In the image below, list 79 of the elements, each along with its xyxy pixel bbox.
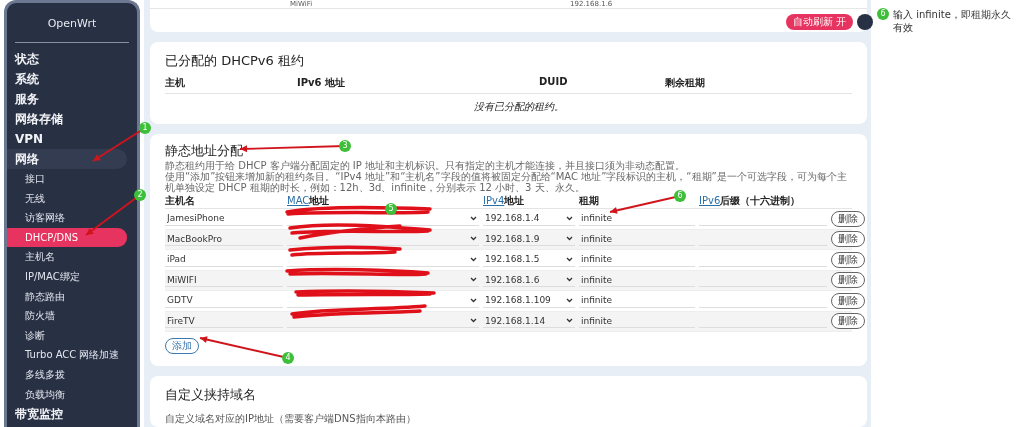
sidebar-subitem[interactable]: 无线	[7, 188, 127, 209]
hostname-field[interactable]: FireTV	[165, 314, 283, 329]
section-title: 静态地址分配	[165, 142, 243, 160]
ipv4-select[interactable]: 192.168.1.14	[483, 314, 575, 329]
hostname-field[interactable]: iPad	[165, 252, 283, 267]
sidebar-subitem[interactable]: 诊断	[7, 325, 127, 346]
lease-field[interactable]: infinite	[579, 232, 695, 247]
delete-button[interactable]: 删除	[831, 251, 865, 268]
sidebar-subitem[interactable]: DHCP/DNS	[7, 227, 127, 248]
section-title: 已分配的 DHCPv6 租约	[165, 52, 304, 70]
column-help-link[interactable]: MAC	[287, 194, 310, 206]
chevron-icon	[470, 277, 477, 283]
column-header: 后缀（十六进制）	[720, 194, 801, 206]
column-header: 主机	[165, 76, 186, 90]
ipv4-select[interactable]: 192.168.1.5	[483, 252, 575, 267]
description-text: 静态租约用于给 DHCP 客户端分配固定的 IP 地址和主机标识。只有指定的主机才能连接，并且接口须为非动态配置。	[165, 160, 686, 171]
sidebar-subitem[interactable]: IP/MAC绑定	[7, 266, 127, 287]
sidebar-subitem[interactable]: 接口	[7, 169, 127, 189]
sidebar-title: OpenWrt	[46, 17, 98, 30]
hostname-field[interactable]: MiWIFI	[165, 273, 283, 288]
lease-field[interactable]: infinite	[579, 211, 695, 226]
lease-field[interactable]: infinite	[579, 273, 695, 288]
column-header: 地址	[309, 194, 330, 206]
chevron-icon	[470, 256, 477, 262]
delete-button[interactable]: 删除	[831, 313, 865, 330]
auto-refresh-button[interactable]: 自动刷新 开	[785, 14, 853, 30]
sidebar-subitem[interactable]: 访客网络	[7, 208, 127, 228]
hostname-field[interactable]: JamesiPhone	[165, 211, 283, 226]
chevron-icon	[566, 277, 573, 283]
sidebar-item[interactable]: 状态	[7, 49, 127, 69]
sidebar-item[interactable]: 网络	[7, 149, 127, 169]
chevron-icon	[566, 318, 573, 324]
ipv4-select[interactable]: 192.168.1.109	[483, 293, 575, 308]
description-text: 自定义域名对应的IP地址（需要客户端DNS指向本路由）	[165, 412, 417, 426]
button[interactable]	[857, 14, 873, 30]
column-header: IPv6 地址	[297, 76, 346, 90]
column-help-link[interactable]: IPv4	[483, 194, 505, 206]
ipv4-select[interactable]: 192.168.1.6	[483, 273, 575, 288]
ipv4-select[interactable]: 192.168.1.9	[483, 232, 575, 247]
add-button[interactable]: 添加	[165, 338, 199, 354]
lease-field[interactable]: infinite	[579, 293, 695, 308]
lease-field[interactable]: infinite	[579, 314, 695, 329]
chevron-icon	[566, 215, 573, 221]
column-header: DUID	[538, 76, 569, 89]
sidebar-subitem[interactable]: 防火墙	[7, 306, 127, 326]
sidebar-subitem[interactable]: 静态路由	[7, 286, 127, 307]
column-header: 租期	[579, 194, 599, 206]
sidebar-subitem[interactable]: 负载均衡	[7, 384, 127, 405]
ipv4-select[interactable]: 192.168.1.4	[483, 211, 575, 226]
column-header: 地址	[504, 194, 525, 206]
annotation-text: 输入 infinite，即租期永久有效	[893, 8, 1012, 34]
chevron-icon	[566, 297, 573, 303]
hostname-field[interactable]: MacBookPro	[165, 232, 283, 247]
chevron-icon	[470, 236, 477, 242]
column-header: 主机名	[165, 194, 195, 206]
number-badge: 6	[877, 8, 889, 20]
sidebar-subitem[interactable]: 主机名	[7, 247, 127, 267]
sidebar-item[interactable]: 网络存储	[7, 109, 127, 129]
sidebar-item[interactable]: VPN	[7, 129, 127, 149]
chevron-icon	[566, 256, 573, 262]
sidebar-item[interactable]: 服务	[7, 89, 127, 109]
sidebar-item[interactable]: 带宽监控	[7, 404, 127, 425]
chevron-icon	[566, 236, 573, 242]
delete-button[interactable]: 删除	[831, 210, 865, 227]
section-title: 自定义挟持域名	[165, 386, 256, 404]
delete-button[interactable]: 删除	[831, 231, 865, 248]
hostname-field[interactable]: GDTV	[165, 293, 283, 308]
delete-button[interactable]: 删除	[831, 292, 865, 309]
sidebar-subitem[interactable]: Turbo ACC 网络加速	[7, 345, 127, 365]
empty-message: 没有已分配的租约。	[472, 100, 565, 114]
column-help-link[interactable]: IPv6	[699, 194, 721, 206]
sidebar-subitem[interactable]: 多线多拨	[7, 364, 127, 385]
sidebar-item[interactable]: 系统	[7, 69, 127, 89]
lease-field[interactable]: infinite	[579, 252, 695, 267]
column-header: 剩余租期	[665, 76, 706, 90]
chevron-icon	[470, 297, 477, 303]
delete-button[interactable]: 删除	[831, 272, 865, 289]
chevron-icon	[470, 318, 477, 324]
chevron-icon	[470, 215, 477, 221]
